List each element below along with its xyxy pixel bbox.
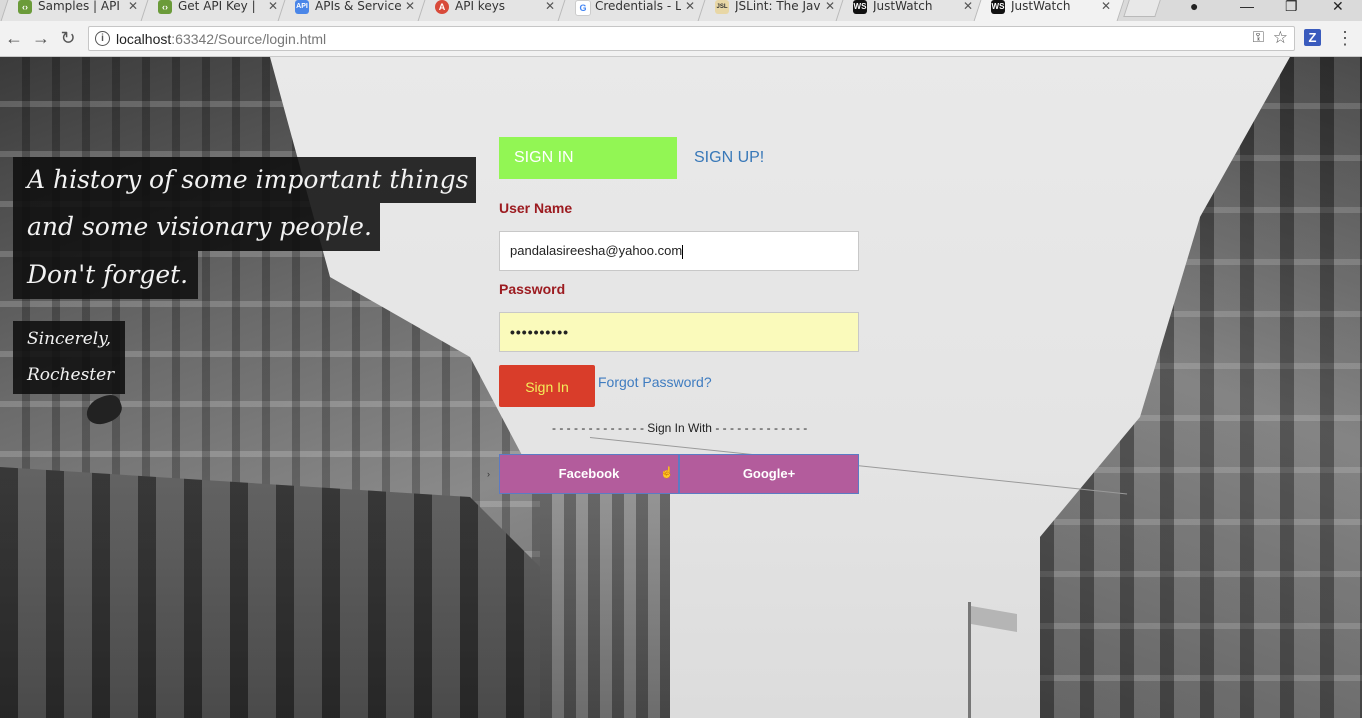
browser-tab[interactable]: A API keys ✕ bbox=[417, 0, 569, 21]
browser-tab[interactable]: ‹› Get API Key | ✕ bbox=[140, 0, 292, 21]
username-value: pandalasireesha@yahoo.com bbox=[510, 243, 683, 258]
close-icon[interactable]: ✕ bbox=[825, 0, 835, 13]
tab-title: APIs & Services bbox=[315, 0, 401, 13]
page-background: A history of some important things and s… bbox=[0, 57, 1362, 718]
facebook-label: Facebook bbox=[558, 466, 620, 481]
close-icon[interactable]: ✕ bbox=[405, 0, 415, 13]
tab-sign-in[interactable]: SIGN IN bbox=[499, 137, 677, 179]
tab-title: JSLint: The Jav bbox=[735, 0, 821, 13]
quote-line-1: A history of some important things bbox=[13, 157, 476, 203]
browser-tab[interactable]: WS JustWatch ✕ bbox=[835, 0, 987, 21]
browser-tab[interactable]: JSL JSLint: The Jav ✕ bbox=[697, 0, 849, 21]
google-icon: G bbox=[575, 0, 591, 16]
close-icon[interactable]: ✕ bbox=[1101, 0, 1111, 13]
url-path: :63342/Source/login.html bbox=[171, 31, 327, 47]
text-caret bbox=[682, 244, 684, 259]
tab-title: API keys bbox=[455, 0, 506, 13]
quote-signature: Rochester bbox=[13, 357, 125, 394]
restore-icon[interactable]: ❐ bbox=[1285, 0, 1298, 15]
code-icon: ‹› bbox=[18, 0, 32, 14]
reload-icon[interactable]: ↻ bbox=[58, 27, 78, 49]
address-bar[interactable]: i localhost:63342/Source/login.html ⚿ ☆ bbox=[88, 26, 1295, 51]
tab-title: Credentials - L bbox=[595, 0, 681, 13]
background-building-middle bbox=[540, 487, 670, 718]
quote-signoff: Sincerely, bbox=[13, 321, 125, 357]
facebook-button[interactable]: Facebook ☝ bbox=[499, 454, 679, 494]
pointer-icon: ☝ bbox=[660, 467, 674, 479]
close-icon[interactable]: ✕ bbox=[128, 0, 138, 13]
extension-icon[interactable]: Z bbox=[1304, 29, 1321, 46]
forward-icon[interactable]: → bbox=[31, 27, 51, 49]
api-keys-icon: A bbox=[435, 0, 449, 14]
background-building-right bbox=[1040, 57, 1362, 718]
tab-title: JustWatch bbox=[873, 0, 933, 13]
webstorm-icon: WS bbox=[991, 0, 1005, 14]
browser-tab[interactable]: G Credentials - L ✕ bbox=[557, 0, 709, 21]
close-icon[interactable]: ✕ bbox=[685, 0, 695, 13]
quote-line-3: Don't forget. bbox=[13, 251, 198, 299]
minimize-icon[interactable]: — bbox=[1240, 0, 1254, 14]
window-close-icon[interactable]: ✕ bbox=[1332, 0, 1344, 15]
menu-icon[interactable]: ⋮ bbox=[1336, 27, 1354, 49]
back-icon[interactable]: ← bbox=[4, 27, 24, 49]
cursor-mark: › bbox=[487, 469, 490, 479]
tab-title: Samples | API bbox=[38, 0, 120, 13]
quote-line-2: and some visionary people. bbox=[13, 203, 380, 251]
tab-strip: ‹› Samples | API ✕ ‹› Get API Key | ✕ AP… bbox=[0, 0, 1362, 21]
api-icon: API bbox=[295, 0, 309, 14]
webstorm-icon: WS bbox=[853, 0, 867, 14]
google-plus-button[interactable]: Google+ bbox=[679, 454, 859, 494]
jslint-icon: JSL bbox=[715, 0, 729, 14]
username-input[interactable]: pandalasireesha@yahoo.com bbox=[499, 231, 859, 271]
tab-title: Get API Key | bbox=[178, 0, 256, 13]
url-host: localhost bbox=[116, 31, 172, 47]
google-plus-label: Google+ bbox=[742, 466, 796, 481]
browser-toolbar: ← → ↻ i localhost:63342/Source/login.htm… bbox=[0, 21, 1362, 57]
url-text[interactable]: localhost:63342/Source/login.html bbox=[116, 31, 326, 47]
key-icon[interactable]: ⚿ bbox=[1253, 29, 1264, 46]
browser-tab-active[interactable]: WS JustWatch ✕ bbox=[973, 0, 1125, 21]
password-input[interactable]: •••••••••• bbox=[499, 312, 859, 352]
browser-tab[interactable]: ‹› Samples | API ✕ bbox=[0, 0, 152, 21]
password-label: Password bbox=[499, 281, 566, 297]
username-label: User Name bbox=[499, 200, 573, 216]
tab-title: JustWatch bbox=[1011, 0, 1071, 13]
tab-sign-up[interactable]: SIGN UP! bbox=[694, 137, 764, 179]
info-icon[interactable]: i bbox=[95, 31, 110, 46]
browser-tab[interactable]: API APIs & Services ✕ bbox=[277, 0, 429, 21]
forgot-password-link[interactable]: Forgot Password? bbox=[598, 374, 712, 390]
password-value: •••••••••• bbox=[510, 324, 570, 340]
new-tab-button[interactable] bbox=[1123, 0, 1161, 17]
bookmark-star-icon[interactable]: ☆ bbox=[1273, 28, 1288, 48]
profile-icon[interactable]: ● bbox=[1190, 0, 1198, 14]
close-icon[interactable]: ✕ bbox=[963, 0, 973, 13]
close-icon[interactable]: ✕ bbox=[545, 0, 555, 13]
sign-in-with-divider: - - - - - - - - - - - - - Sign In With -… bbox=[552, 421, 808, 435]
flag bbox=[971, 605, 1017, 633]
code-icon: ‹› bbox=[158, 0, 172, 14]
sign-in-button[interactable]: Sign In bbox=[499, 365, 595, 407]
